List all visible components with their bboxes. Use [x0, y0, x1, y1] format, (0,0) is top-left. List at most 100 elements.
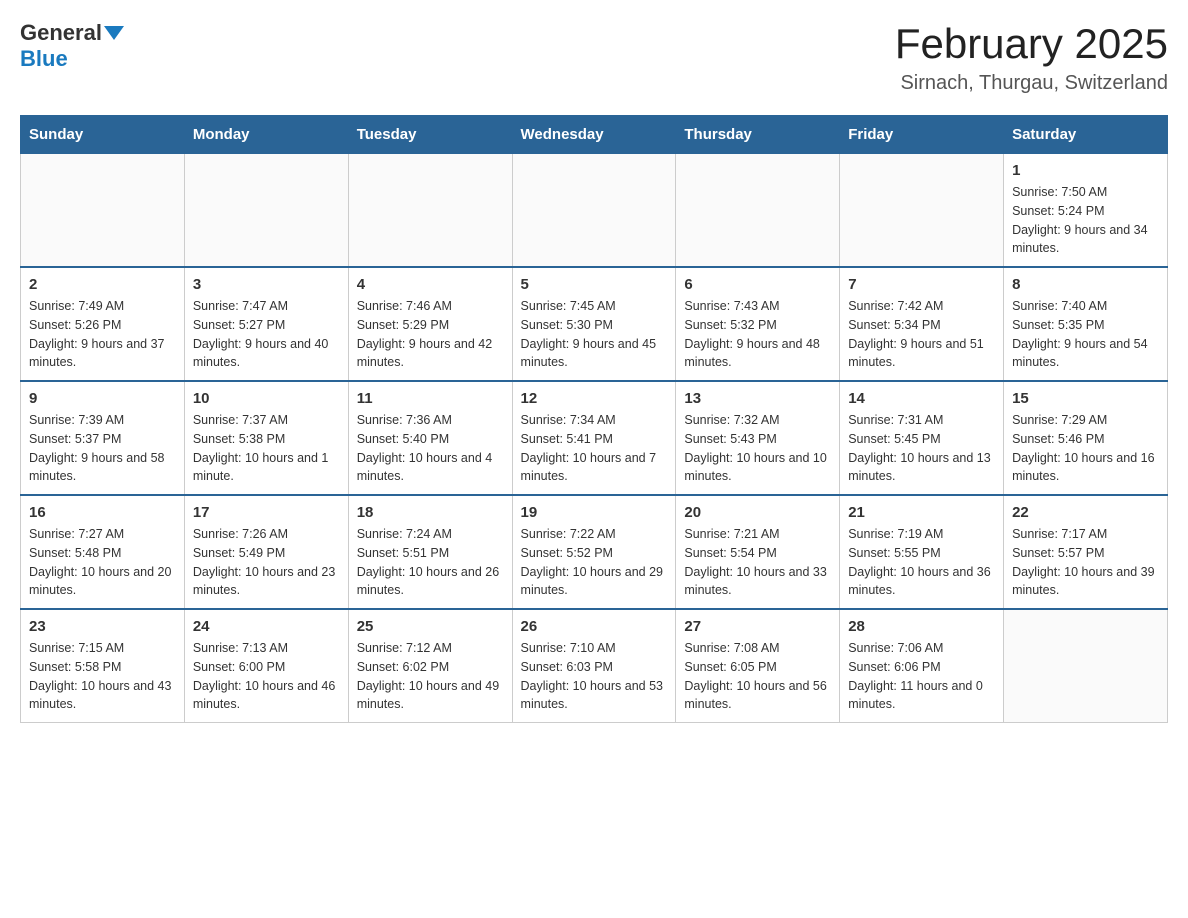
- weekday-header-wednesday: Wednesday: [512, 116, 676, 154]
- day-number: 18: [357, 504, 504, 521]
- calendar-day-cell: 18 Sunrise: 7:24 AMSunset: 5:51 PMDayligh…: [348, 495, 512, 609]
- calendar-day-cell: 17 Sunrise: 7:26 AMSunset: 5:49 PMDayligh…: [184, 495, 348, 609]
- calendar-day-cell: 22 Sunrise: 7:17 AMSunset: 5:57 PMDayligh…: [1004, 495, 1168, 609]
- day-info: Sunrise: 7:06 AMSunset: 6:06 PMDaylight:…: [848, 639, 995, 714]
- calendar-day-cell: 27 Sunrise: 7:08 AMSunset: 6:05 PMDayligh…: [676, 609, 840, 723]
- title-block: February 2025 Sirnach, Thurgau, Switzerl…: [895, 20, 1168, 95]
- calendar-week-row: 23 Sunrise: 7:15 AMSunset: 5:58 PMDayligh…: [21, 609, 1168, 723]
- day-info: Sunrise: 7:22 AMSunset: 5:52 PMDaylight:…: [521, 525, 668, 600]
- day-number: 25: [357, 618, 504, 635]
- day-info: Sunrise: 7:29 AMSunset: 5:46 PMDaylight:…: [1012, 411, 1159, 486]
- day-number: 16: [29, 504, 176, 521]
- day-number: 20: [684, 504, 831, 521]
- day-info: Sunrise: 7:19 AMSunset: 5:55 PMDaylight:…: [848, 525, 995, 600]
- calendar-day-cell: 6Sunrise: 7:43 AMSunset: 5:32 PMDaylight…: [676, 267, 840, 381]
- day-info: Sunrise: 7:49 AMSunset: 5:26 PMDaylight:…: [29, 297, 176, 372]
- day-number: 26: [521, 618, 668, 635]
- weekday-header-sunday: Sunday: [21, 116, 185, 154]
- logo-triangle-icon: [104, 26, 124, 40]
- calendar-day-cell: 9Sunrise: 7:39 AMSunset: 5:37 PMDaylight…: [21, 381, 185, 495]
- day-info: Sunrise: 7:42 AMSunset: 5:34 PMDaylight:…: [848, 297, 995, 372]
- calendar-day-cell: 1 Sunrise: 7:50 AMSunset: 5:24 PMDaylight…: [1004, 154, 1168, 268]
- day-info: Sunrise: 7:13 AMSunset: 6:00 PMDaylight:…: [193, 639, 340, 714]
- calendar-day-cell: [676, 154, 840, 268]
- calendar-day-cell: 12Sunrise: 7:34 AMSunset: 5:41 PMDayligh…: [512, 381, 676, 495]
- day-info: Sunrise: 7:45 AMSunset: 5:30 PMDaylight:…: [521, 297, 668, 372]
- weekday-header-row: SundayMondayTuesdayWednesdayThursdayFrid…: [21, 116, 1168, 154]
- day-info: Sunrise: 7:50 AMSunset: 5:24 PMDaylight:…: [1012, 183, 1159, 258]
- day-number: 3: [193, 276, 340, 293]
- day-info: Sunrise: 7:47 AMSunset: 5:27 PMDaylight:…: [193, 297, 340, 372]
- day-info: Sunrise: 7:34 AMSunset: 5:41 PMDaylight:…: [521, 411, 668, 486]
- calendar-day-cell: 16 Sunrise: 7:27 AMSunset: 5:48 PMDayligh…: [21, 495, 185, 609]
- day-number: 7: [848, 276, 995, 293]
- day-info: Sunrise: 7:31 AMSunset: 5:45 PMDaylight:…: [848, 411, 995, 486]
- day-number: 28: [848, 618, 995, 635]
- day-number: 6: [684, 276, 831, 293]
- calendar-day-cell: 13 Sunrise: 7:32 AMSunset: 5:43 PMDayligh…: [676, 381, 840, 495]
- calendar-day-cell: 19 Sunrise: 7:22 AMSunset: 5:52 PMDayligh…: [512, 495, 676, 609]
- day-number: 4: [357, 276, 504, 293]
- day-number: 8: [1012, 276, 1159, 293]
- calendar-day-cell: 23 Sunrise: 7:15 AMSunset: 5:58 PMDayligh…: [21, 609, 185, 723]
- day-number: 13: [684, 390, 831, 407]
- weekday-header-thursday: Thursday: [676, 116, 840, 154]
- day-info: Sunrise: 7:24 AMSunset: 5:51 PMDaylight:…: [357, 525, 504, 600]
- logo-blue-text: Blue: [20, 46, 68, 72]
- day-number: 17: [193, 504, 340, 521]
- day-number: 19: [521, 504, 668, 521]
- day-number: 21: [848, 504, 995, 521]
- day-number: 27: [684, 618, 831, 635]
- calendar-day-cell: 24 Sunrise: 7:13 AMSunset: 6:00 PMDayligh…: [184, 609, 348, 723]
- calendar-day-cell: [840, 154, 1004, 268]
- calendar-day-cell: 15 Sunrise: 7:29 AMSunset: 5:46 PMDayligh…: [1004, 381, 1168, 495]
- calendar-day-cell: 4Sunrise: 7:46 AMSunset: 5:29 PMDaylight…: [348, 267, 512, 381]
- day-info: Sunrise: 7:27 AMSunset: 5:48 PMDaylight:…: [29, 525, 176, 600]
- day-info: Sunrise: 7:32 AMSunset: 5:43 PMDaylight:…: [684, 411, 831, 486]
- calendar-day-cell: 3 Sunrise: 7:47 AMSunset: 5:27 PMDaylight…: [184, 267, 348, 381]
- calendar-day-cell: [348, 154, 512, 268]
- day-number: 1: [1012, 162, 1159, 179]
- day-number: 2: [29, 276, 176, 293]
- day-number: 10: [193, 390, 340, 407]
- day-info: Sunrise: 7:12 AMSunset: 6:02 PMDaylight:…: [357, 639, 504, 714]
- day-number: 14: [848, 390, 995, 407]
- calendar-week-row: 9Sunrise: 7:39 AMSunset: 5:37 PMDaylight…: [21, 381, 1168, 495]
- calendar-day-cell: 20 Sunrise: 7:21 AMSunset: 5:54 PMDayligh…: [676, 495, 840, 609]
- day-info: Sunrise: 7:21 AMSunset: 5:54 PMDaylight:…: [684, 525, 831, 600]
- calendar-day-cell: 2 Sunrise: 7:49 AMSunset: 5:26 PMDaylight…: [21, 267, 185, 381]
- calendar-day-cell: 8 Sunrise: 7:40 AMSunset: 5:35 PMDaylight…: [1004, 267, 1168, 381]
- day-number: 9: [29, 390, 176, 407]
- calendar-day-cell: 10 Sunrise: 7:37 AMSunset: 5:38 PMDayligh…: [184, 381, 348, 495]
- weekday-header-monday: Monday: [184, 116, 348, 154]
- calendar-day-cell: 21 Sunrise: 7:19 AMSunset: 5:55 PMDayligh…: [840, 495, 1004, 609]
- calendar-day-cell: 14 Sunrise: 7:31 AMSunset: 5:45 PMDayligh…: [840, 381, 1004, 495]
- day-info: Sunrise: 7:37 AMSunset: 5:38 PMDaylight:…: [193, 411, 340, 486]
- calendar-day-cell: [1004, 609, 1168, 723]
- calendar-day-cell: [21, 154, 185, 268]
- location-title: Sirnach, Thurgau, Switzerland: [895, 72, 1168, 95]
- day-number: 23: [29, 618, 176, 635]
- calendar-day-cell: [184, 154, 348, 268]
- day-info: Sunrise: 7:17 AMSunset: 5:57 PMDaylight:…: [1012, 525, 1159, 600]
- day-number: 15: [1012, 390, 1159, 407]
- day-info: Sunrise: 7:15 AMSunset: 5:58 PMDaylight:…: [29, 639, 176, 714]
- calendar-day-cell: 28 Sunrise: 7:06 AMSunset: 6:06 PMDayligh…: [840, 609, 1004, 723]
- weekday-header-friday: Friday: [840, 116, 1004, 154]
- calendar-day-cell: [512, 154, 676, 268]
- day-number: 22: [1012, 504, 1159, 521]
- month-title: February 2025: [895, 20, 1168, 68]
- day-info: Sunrise: 7:08 AMSunset: 6:05 PMDaylight:…: [684, 639, 831, 714]
- calendar-table: SundayMondayTuesdayWednesdayThursdayFrid…: [20, 115, 1168, 723]
- day-info: Sunrise: 7:26 AMSunset: 5:49 PMDaylight:…: [193, 525, 340, 600]
- day-number: 24: [193, 618, 340, 635]
- calendar-week-row: 2 Sunrise: 7:49 AMSunset: 5:26 PMDaylight…: [21, 267, 1168, 381]
- weekday-header-tuesday: Tuesday: [348, 116, 512, 154]
- logo-general-text: General: [20, 20, 102, 46]
- calendar-day-cell: 11Sunrise: 7:36 AMSunset: 5:40 PMDayligh…: [348, 381, 512, 495]
- page-header: General Blue February 2025 Sirnach, Thur…: [20, 20, 1168, 95]
- day-info: Sunrise: 7:10 AMSunset: 6:03 PMDaylight:…: [521, 639, 668, 714]
- day-info: Sunrise: 7:40 AMSunset: 5:35 PMDaylight:…: [1012, 297, 1159, 372]
- weekday-header-saturday: Saturday: [1004, 116, 1168, 154]
- calendar-day-cell: 5Sunrise: 7:45 AMSunset: 5:30 PMDaylight…: [512, 267, 676, 381]
